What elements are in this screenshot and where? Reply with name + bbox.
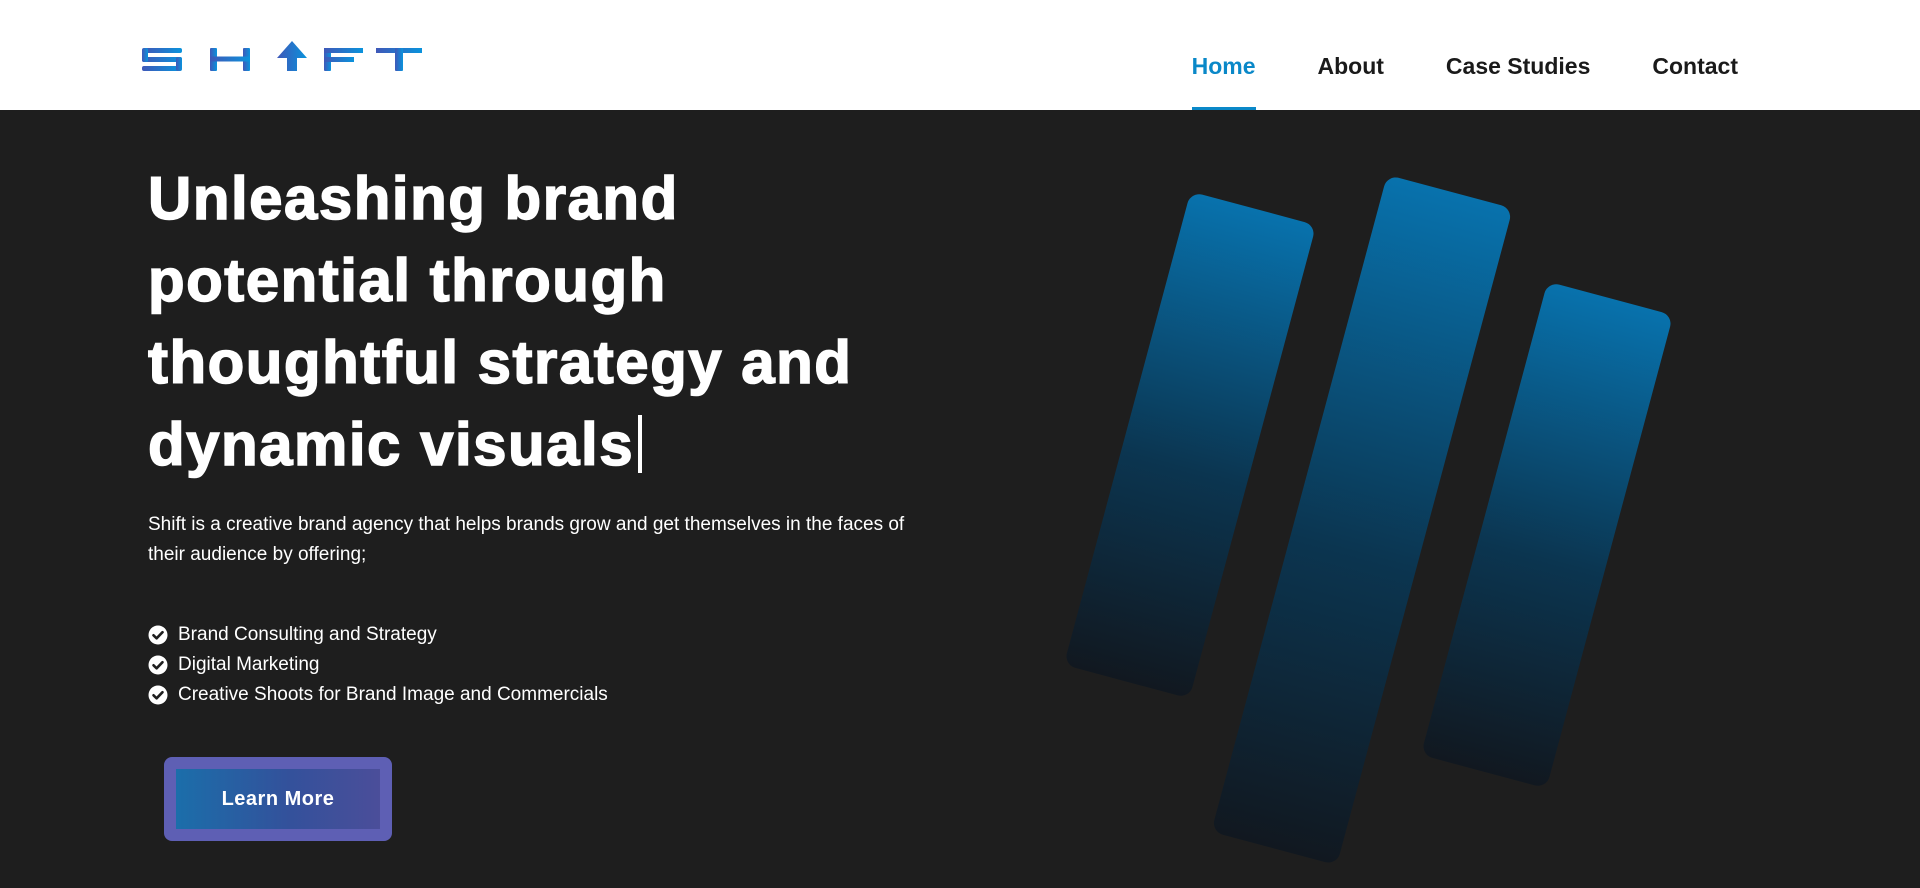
learn-more-button-frame[interactable]: Learn More bbox=[164, 757, 392, 841]
check-circle-icon bbox=[148, 625, 168, 645]
main-nav: Home About Case Studies Contact bbox=[1191, 0, 1738, 110]
services-list: Brand Consulting and Strategy Digital Ma… bbox=[148, 620, 608, 710]
shift-stripes-graphic bbox=[1066, 177, 1671, 863]
service-item: Brand Consulting and Strategy bbox=[148, 620, 608, 650]
scrollbar-gutter bbox=[1899, 0, 1920, 110]
shift-logo[interactable] bbox=[140, 38, 425, 78]
learn-more-button[interactable]: Learn More bbox=[176, 769, 380, 829]
service-label: Creative Shoots for Brand Image and Comm… bbox=[178, 684, 608, 705]
hero-description: Shift is a creative brand agency that he… bbox=[148, 514, 905, 565]
service-label: Digital Marketing bbox=[178, 654, 320, 675]
hero-title-text: Unleashing brand potential through thoug… bbox=[147, 164, 853, 479]
nav-about-link[interactable]: About bbox=[1318, 0, 1384, 110]
nav-case-studies-link[interactable]: Case Studies bbox=[1446, 0, 1590, 110]
page: Home About Case Studies Contact Unleashi… bbox=[0, 0, 1920, 888]
service-item: Creative Shoots for Brand Image and Comm… bbox=[148, 680, 608, 710]
hero-title: Unleashing brand potential through thoug… bbox=[147, 158, 948, 486]
check-circle-icon bbox=[148, 655, 168, 675]
service-item: Digital Marketing bbox=[148, 650, 608, 680]
check-circle-icon bbox=[148, 685, 168, 705]
nav-contact-link[interactable]: Contact bbox=[1652, 0, 1738, 110]
typing-cursor bbox=[638, 415, 643, 473]
service-label: Brand Consulting and Strategy bbox=[178, 624, 437, 645]
site-header: Home About Case Studies Contact bbox=[0, 0, 1899, 110]
nav-home-link[interactable]: Home bbox=[1191, 0, 1256, 110]
